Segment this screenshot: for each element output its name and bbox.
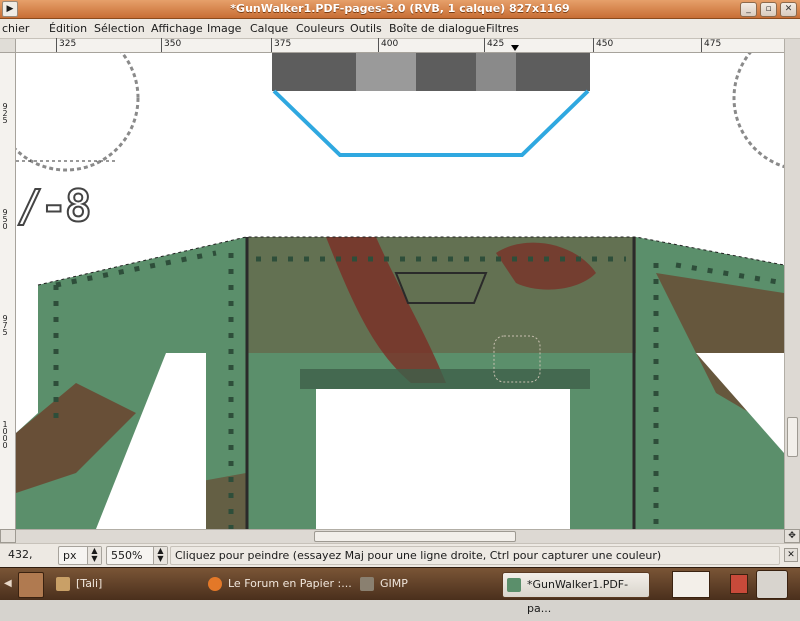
window-title: *GunWalker1.PDF-pages-3.0 (RVB, 1 calque…: [230, 2, 570, 15]
ruler-label: 1000: [2, 420, 8, 450]
vertical-scrollbar[interactable]: [784, 39, 800, 529]
canvas-artwork: [16, 53, 784, 529]
unit-dropdown-icon[interactable]: ▲ ▼: [87, 547, 101, 564]
horizontal-ruler[interactable]: 325 350 375 400 425 450 475: [16, 38, 800, 53]
fragment-text: /-8: [16, 180, 93, 233]
applet-icon[interactable]: [730, 574, 748, 594]
menu-couleurs[interactable]: Couleurs: [296, 22, 344, 35]
zoom-value: 550%: [111, 549, 143, 562]
ruler-label: 375: [274, 39, 292, 49]
taskbar-item-label: GIMP: [380, 577, 408, 590]
workspace-switcher[interactable]: [672, 571, 710, 598]
cyan-outline: [272, 89, 590, 157]
taskbar: ◀ [Tali] Le Forum en Papier :... GIMP *G…: [0, 567, 800, 615]
circle-outline-left: [16, 53, 140, 172]
ruler-label: 450: [596, 39, 614, 49]
zoom-select[interactable]: 550% ▲ ▼: [106, 546, 168, 565]
cancel-icon[interactable]: ✕: [784, 548, 798, 562]
minimize-button[interactable]: _: [740, 2, 757, 17]
ruler-corner[interactable]: [0, 39, 16, 53]
unit-select[interactable]: px ▲ ▼: [58, 546, 102, 565]
status-bar: 432, 985 px ▲▼ 550% ▲▼ Cliquez pour pein…: [0, 543, 800, 578]
quick-mask-toggle[interactable]: [0, 529, 16, 543]
ruler-label: 950: [2, 208, 8, 231]
menu-affichage[interactable]: Affichage: [151, 22, 203, 35]
ruler-label: 425: [487, 39, 505, 49]
taskbar-item-label: Le Forum en Papier :...: [228, 577, 352, 590]
show-desktop-icon[interactable]: [18, 572, 44, 598]
taskbar-item-tali[interactable]: [Tali]: [52, 572, 194, 598]
image-icon: [507, 578, 521, 592]
menu-selection[interactable]: Sélection: [94, 22, 145, 35]
image-canvas[interactable]: /-8: [16, 53, 784, 529]
gray-block: [272, 53, 590, 91]
vertical-ruler[interactable]: 925 950 975 1000: [0, 53, 16, 529]
horizontal-scrollbar[interactable]: [16, 529, 784, 543]
folder-icon: [56, 577, 70, 591]
title-bar: ▶ *GunWalker1.PDF-pages-3.0 (RVB, 1 calq…: [0, 0, 800, 19]
ruler-label: 325: [59, 39, 77, 49]
gimp-icon: [360, 577, 374, 591]
menu-image[interactable]: Image: [207, 22, 241, 35]
menu-outils[interactable]: Outils: [350, 22, 382, 35]
menu-bar: chier Édition Sélection Affichage Image …: [0, 19, 800, 39]
center-hole: [316, 389, 570, 529]
taskbar-item-label: *GunWalker1.PDF-pa...: [527, 578, 629, 615]
pointer-marker-icon: [511, 45, 519, 51]
vertical-scroll-thumb[interactable]: [787, 417, 798, 457]
zoom-dropdown-icon[interactable]: ▲ ▼: [153, 547, 167, 564]
taskbar-item-gimp[interactable]: GIMP: [356, 572, 498, 598]
ruler-label: 925: [2, 102, 8, 125]
unit-value: px: [63, 549, 77, 562]
menu-edition[interactable]: Édition: [49, 22, 87, 35]
horizontal-scroll-thumb[interactable]: [314, 531, 516, 542]
menu-boite-de-dialogue[interactable]: Boîte de dialogue: [389, 22, 485, 35]
menu-filtres[interactable]: Filtres: [486, 22, 519, 35]
taskbar-item-gunwalker[interactable]: *GunWalker1.PDF-pa...: [502, 572, 650, 615]
menu-fichier[interactable]: chier: [2, 22, 29, 35]
firefox-icon: [208, 577, 222, 591]
ruler-label: 350: [164, 39, 182, 49]
menu-calque[interactable]: Calque: [250, 22, 288, 35]
navigate-icon[interactable]: ✥: [784, 529, 800, 543]
pointer-coords: 432, 985: [8, 548, 33, 578]
taskbar-item-label: [Tali]: [76, 577, 103, 590]
close-button[interactable]: ✕: [780, 2, 797, 17]
maximize-button[interactable]: ▫: [760, 2, 777, 17]
trash-icon[interactable]: [756, 570, 788, 599]
status-message: Cliquez pour peindre (essayez Maj pour u…: [170, 546, 780, 565]
taskbar-item-firefox[interactable]: Le Forum en Papier :...: [204, 572, 354, 598]
taskbar-scroll-left-icon[interactable]: ◀: [4, 574, 14, 594]
ruler-label: 475: [704, 39, 722, 49]
ruler-label: 400: [381, 39, 399, 49]
circle-outline-right: [732, 53, 784, 169]
ruler-label: 975: [2, 314, 8, 337]
